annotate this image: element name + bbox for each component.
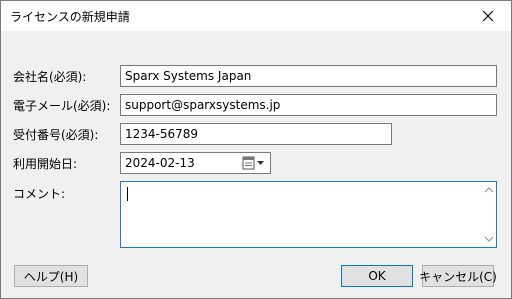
text-caret (127, 187, 128, 201)
calendar-icon[interactable] (242, 156, 266, 170)
comment-label: コメント: (13, 187, 66, 201)
window-title: ライセンスの新規申請 (10, 10, 130, 24)
ok-button[interactable]: OK (341, 265, 413, 287)
cancel-button[interactable]: キャンセル(C) (419, 265, 497, 287)
close-icon (482, 10, 494, 22)
company-input[interactable]: Sparx Systems Japan (120, 65, 497, 87)
help-button[interactable]: ヘルプ(H) (14, 265, 88, 287)
title-bar: ライセンスの新規申請 (1, 1, 511, 31)
scroll-down-icon[interactable] (484, 235, 494, 243)
company-label: 会社名(必須): (13, 70, 87, 84)
scroll-up-icon[interactable] (484, 186, 494, 194)
email-label: 電子メール(必須): (13, 99, 111, 113)
start-date-value: 2024-02-13 (125, 156, 195, 170)
chevron-down-icon (257, 161, 264, 165)
start-date-picker[interactable]: 2024-02-13 (120, 152, 271, 174)
email-input[interactable]: support@sparxsystems.jp (120, 94, 497, 116)
close-button[interactable] (465, 1, 511, 31)
start-date-label: 利用開始日: (13, 157, 78, 171)
license-request-dialog: ライセンスの新規申請 会社名(必須): Sparx Systems Japan … (0, 0, 512, 299)
receipt-number-label: 受付番号(必須): (13, 128, 99, 142)
comment-textarea[interactable] (120, 181, 497, 248)
receipt-number-input[interactable]: 1234-56789 (120, 123, 392, 145)
